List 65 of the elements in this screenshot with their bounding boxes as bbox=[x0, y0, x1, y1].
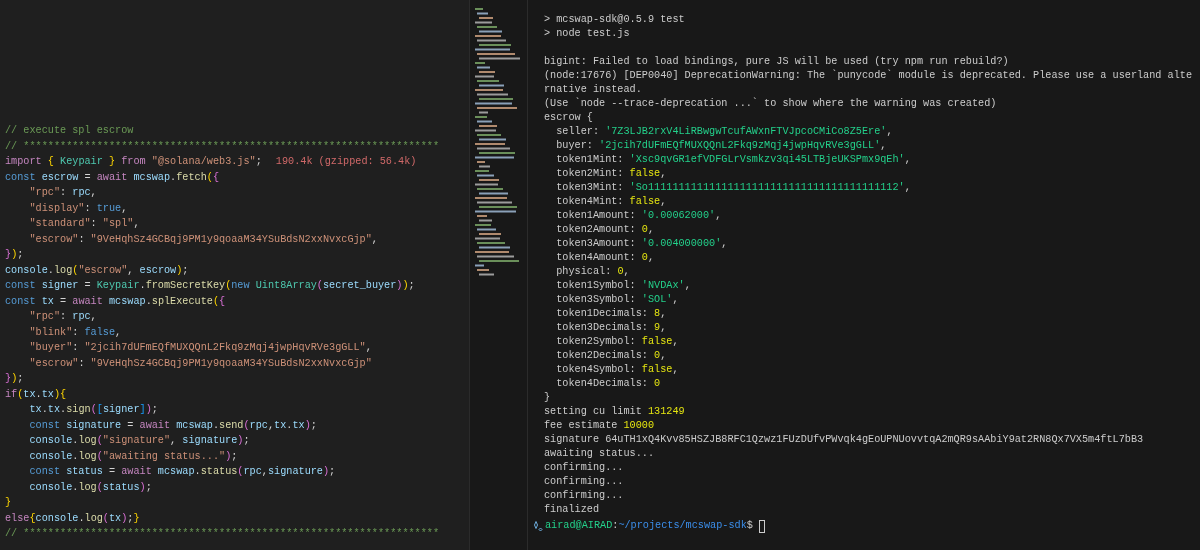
code-line: "rpc": rpc, bbox=[28, 186, 97, 200]
terminal-line: token4Decimals: 0 bbox=[555, 377, 661, 391]
terminal-line: token4Mint: false, bbox=[555, 195, 667, 209]
text-cursor bbox=[758, 519, 765, 533]
terminal-line: } bbox=[544, 391, 551, 405]
code-line: const tx = await mcswap.splExecute({ bbox=[5, 294, 226, 309]
terminal-line: confirming... bbox=[544, 475, 624, 489]
terminal-line: > mcswap-sdk@0.5.9 test bbox=[544, 13, 685, 27]
code-line: const signature = await mcswap.send(rpc,tx.tx); bbox=[28, 418, 317, 433]
terminal-line: token2Symbol: false, bbox=[555, 335, 679, 349]
terminal-line: token1Decimals: 8, bbox=[555, 307, 667, 321]
terminal-line: token4Amount: 0, bbox=[555, 251, 655, 265]
code-line: const escrow = await mcswap.fetch({ bbox=[5, 170, 220, 185]
code-line: console.log("escrow", escrow); bbox=[5, 263, 189, 278]
code-line: import { Keypair } from "@solana/web3.js"; 190.4k (gzipped: 56.4k) bbox=[5, 155, 417, 169]
terminal-line: buyer: '2jcih7dUFmEQfMUXQQnL2Fkq9zMqj4jwpHqvRVe3gGLL', bbox=[555, 139, 887, 153]
terminal-line: bigint: Failed to load bindings, pure JS will be used (try npm run rebuild?) bbox=[544, 55, 1009, 69]
code-line: // execute spl escrow bbox=[5, 124, 134, 138]
code-line: "rpc": rpc, bbox=[28, 310, 97, 324]
terminal-line: escrow { bbox=[544, 111, 593, 125]
terminal-line: token3Symbol: 'SOL', bbox=[555, 293, 679, 307]
code-line: "standard": "spl", bbox=[28, 217, 140, 231]
code-line: }); bbox=[5, 372, 24, 386]
terminal-line: setting cu limit 131249 bbox=[544, 405, 685, 419]
code-line: console.log(status); bbox=[28, 480, 152, 495]
terminal-line: token1Amount: '0.00062000', bbox=[555, 209, 722, 223]
terminal-line: physical: 0, bbox=[555, 265, 630, 279]
terminal-line: token2Mint: false, bbox=[555, 167, 667, 181]
code-line: "escrow": "9VeHqhSz4GCBqj9PM1y9qoaaM34YSuBdsN2xxNvxcGjp", bbox=[28, 232, 378, 247]
code-line: "display": true, bbox=[28, 201, 128, 216]
terminal-line: (node:17676) [DEP0040] DeprecationWarning: The `punycode` module is deprecated. Please use a userland alte bbox=[544, 69, 1193, 83]
terminal-line: token4Symbol: false, bbox=[555, 363, 679, 377]
code-line: }); bbox=[5, 248, 24, 262]
terminal-line: token1Mint: 'Xsc9qvGR1efVDFGLrVsmkzv3qi45LTBjeUKSPmx9qEh', bbox=[555, 153, 911, 167]
code-line: console.log("awaiting status..."); bbox=[28, 449, 238, 464]
terminal-line: token1Symbol: 'NVDAx', bbox=[555, 279, 691, 293]
terminal-line: token2Decimals: 0, bbox=[555, 349, 667, 363]
code-line: } bbox=[5, 496, 12, 510]
code-line: tx.tx.sign([signer]); bbox=[28, 403, 158, 417]
code-line: "escrow": "9VeHqhSz4GCBqj9PM1y9qoaaM34YSuBdsN2xxNvxcGjp" bbox=[28, 356, 372, 371]
terminal-line: > node test.js bbox=[544, 27, 630, 41]
code-line: "blink": false, bbox=[28, 325, 122, 340]
code-line: // ******************************************************************** bbox=[5, 139, 440, 154]
code-line: "buyer": "2jcih7dUFmEQfMUXQQnL2Fkq9zMqj4jwpHqvRVe3gGLL", bbox=[28, 341, 372, 355]
terminal-line: seller: '7Z3LJB2rxV4LiRBwgwTcufAWxnFTVJpcoCMiCo8Z5Ere', bbox=[555, 125, 893, 139]
code-line: if(tx.tx){ bbox=[5, 387, 67, 402]
terminal-line: confirming... bbox=[544, 461, 624, 475]
terminal-line: fee estimate 10000 bbox=[544, 419, 655, 433]
code-line: // ******************************************************************** bbox=[5, 527, 440, 541]
code-line: const signer = Keypair.fromSecretKey(new Uint8Array(secret_buyer)); bbox=[5, 279, 415, 293]
code-line: const status = await mcswap.status(rpc,signature); bbox=[28, 465, 336, 479]
terminal-line: (Use `node --trace-deprecation ...` to show where the warning was created) bbox=[544, 97, 997, 111]
terminal-line: signature 64uTH1xQ4Kvv85HSZJB8RFC1Qzwz1FUzDUfvPWvqk4gEoUPNUovvtqA2mQR9sAAbiY9at2RN8Qx7VX5m4ftL7bB3 bbox=[544, 433, 1144, 447]
terminal-line: token3Amount: '0.004000000', bbox=[555, 237, 728, 251]
terminal-prompt: airad@AIRAD:~/projects/mcswap-sdk$ bbox=[545, 519, 753, 533]
terminal-line: rnative instead. bbox=[544, 83, 642, 97]
code-line: else{console.log(tx);} bbox=[5, 511, 140, 526]
terminal-line: awaiting status... bbox=[544, 447, 655, 461]
code-line: console.log("signature", signature); bbox=[28, 434, 250, 448]
terminal-line: token3Mint: 'So11111111111111111111111111111111111111112', bbox=[555, 181, 911, 195]
terminal-line: finalized bbox=[544, 503, 600, 517]
terminal-line: token2Amount: 0, bbox=[555, 223, 655, 237]
sparkle-icon bbox=[532, 520, 543, 532]
terminal-line: confirming... bbox=[544, 489, 624, 503]
terminal-line: token3Decimals: 9, bbox=[555, 321, 667, 335]
